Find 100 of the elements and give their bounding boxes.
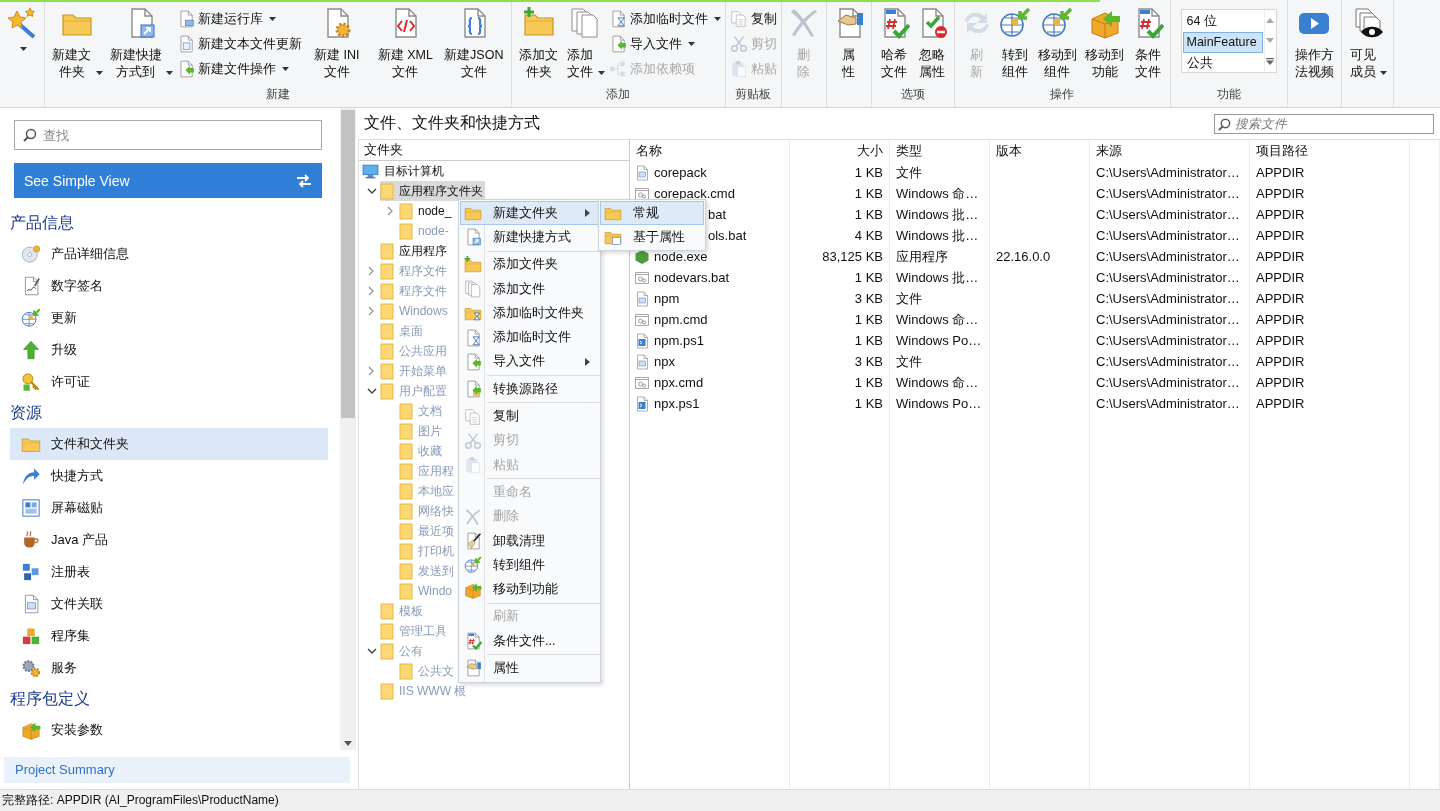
menu-item[interactable]: 导入文件 (460, 349, 599, 375)
file-name[interactable]: corepack (634, 164, 707, 181)
ribbon-button[interactable]: 复制 (729, 8, 777, 30)
menu-item[interactable]: 新建文件夹 (460, 201, 599, 226)
sidebar-item[interactable]: 数字签名 (10, 270, 328, 302)
file-name[interactable]: npm.cmd (634, 311, 708, 328)
expand-icon[interactable] (387, 206, 394, 216)
ribbon-button[interactable]: 移动到组件 (1034, 7, 1080, 81)
search-field[interactable]: 查找 (14, 120, 322, 150)
sidebar-item[interactable]: 产品详细信息 (10, 238, 328, 270)
folder-icon (380, 262, 394, 280)
file-name[interactable]: node.exe (634, 248, 708, 265)
group-label: 剪贴板 (735, 87, 771, 101)
file-name[interactable]: npm.ps1 (634, 332, 704, 349)
menu-item[interactable]: 添加临时文件 (460, 325, 599, 350)
file-name[interactable]: corepack.cmd (634, 185, 735, 202)
file-name[interactable]: ols.bat (708, 228, 747, 243)
collapse-icon[interactable] (366, 387, 377, 395)
tree-item[interactable]: 应用程序 (380, 241, 449, 261)
sidebar-item[interactable]: 安装参数 (10, 714, 328, 746)
ribbon-button[interactable]: 移动到功能 (1082, 7, 1128, 81)
column-header[interactable]: 名称 (636, 142, 662, 160)
tree-item[interactable]: node_ (399, 201, 454, 221)
scroll-up-icon[interactable] (1266, 17, 1274, 23)
ribbon-button[interactable]: 新建JSON 文件 (440, 7, 507, 81)
sidebar-item[interactable]: 文件关联 (10, 588, 328, 620)
scrollbar[interactable] (340, 108, 356, 750)
copy-icon (729, 10, 748, 28)
ribbon-button[interactable]: 属性 (830, 7, 867, 81)
ribbon-button[interactable]: 新建文件操作 (176, 58, 302, 80)
sidebar-item[interactable]: Java 产品 (10, 524, 328, 556)
folder-icon (399, 662, 413, 680)
menu-item[interactable]: 添加文件夹 (460, 252, 599, 277)
file-name[interactable]: npx.cmd (634, 374, 704, 391)
expand-icon[interactable] (368, 286, 375, 296)
file-name[interactable]: nodevars.bat (634, 269, 730, 286)
collapse-icon[interactable] (366, 187, 377, 195)
ribbon-button[interactable]: 新建文件夹 (49, 7, 105, 81)
column-header[interactable]: 项目路径 (1256, 142, 1308, 160)
ribbon-button[interactable]: 添加文件夹 (516, 7, 562, 81)
expand-icon[interactable] (368, 306, 375, 316)
file-name[interactable]: npx.ps1 (634, 395, 700, 412)
menu-item[interactable]: 属性 (460, 656, 599, 681)
sidebar-item[interactable]: 许可证 (10, 366, 328, 398)
menu-item[interactable]: 转换源路径 (460, 377, 599, 402)
ribbon-button[interactable]: 条件文件 (1129, 7, 1166, 81)
collapse-icon[interactable] (366, 647, 377, 655)
ribbon-button[interactable]: 添加文件 (563, 7, 607, 81)
sidebar-item[interactable]: 屏幕磁贴 (10, 492, 328, 524)
globe-arrow-icon (1041, 7, 1074, 39)
file-name[interactable]: npm (634, 290, 680, 307)
expand-icon[interactable] (1266, 57, 1274, 65)
menu-item[interactable]: 复制 (460, 404, 599, 429)
expand-icon[interactable] (368, 366, 375, 376)
column-header[interactable]: 大小 (857, 142, 883, 160)
list-item[interactable]: 公共 (1182, 53, 1263, 74)
simple-view-button[interactable]: See Simple View (14, 163, 322, 198)
sidebar-item[interactable]: 服务 (10, 652, 328, 684)
ribbon-button[interactable]: 操作方法视频 (1291, 7, 1337, 81)
ribbon-button[interactable]: 新建快捷方式到 (106, 7, 175, 81)
scroll-down-icon[interactable] (344, 741, 352, 746)
tree-item[interactable]: 应用程序文件夹 (380, 181, 485, 201)
ribbon-button[interactable]: 新建文本文件更新 (176, 33, 302, 55)
menu-item[interactable]: 添加文件 (460, 276, 599, 302)
file-name[interactable]: bat (708, 207, 727, 222)
file-search-field[interactable]: 搜索文件 (1214, 113, 1434, 134)
ribbon-button[interactable]: 新建运行库 (176, 8, 302, 30)
sidebar-item[interactable]: 文件和文件夹 (10, 428, 328, 460)
sidebar-item[interactable]: 升级 (10, 334, 328, 366)
menu-item[interactable]: 添加临时文件夹 (460, 301, 599, 326)
sidebar-item[interactable]: 更新 (10, 302, 328, 334)
ribbon-button[interactable]: 添加临时文件 (608, 8, 721, 30)
menu-item[interactable]: 移动到功能 (460, 577, 599, 602)
expand-icon[interactable] (368, 266, 375, 276)
sidebar-item[interactable]: 快捷方式 (10, 460, 328, 492)
menu-item[interactable]: 新建快捷方式 (460, 225, 599, 250)
ribbon-button[interactable]: 转到组件 (996, 7, 1033, 81)
ribbon-button[interactable]: 哈希文件 (875, 7, 912, 81)
list-item[interactable]: MainFeature (1182, 32, 1263, 53)
ribbon-button[interactable]: 新建 INI 文件 (303, 7, 370, 81)
sidebar-item[interactable]: 注册表 (10, 556, 328, 588)
tree-item[interactable]: 目标计算机 (362, 161, 446, 181)
menu-item[interactable]: 卸载清理 (460, 528, 599, 554)
column-header[interactable]: 版本 (996, 142, 1022, 160)
list-item[interactable]: 64 位 (1182, 11, 1263, 32)
column-header[interactable]: 来源 (1096, 142, 1122, 160)
ribbon-button[interactable]: 新建 XML 文件 (372, 7, 439, 81)
ribbon-button[interactable]: 可见成员 (1346, 7, 1389, 81)
ribbon-button[interactable]: 忽略属性 (913, 7, 950, 81)
ribbon-button[interactable]: 导入文件 (608, 33, 721, 55)
menu-item[interactable]: 转到组件 (460, 553, 599, 578)
project-summary-link[interactable]: Project Summary (4, 757, 350, 783)
sidebar-item[interactable]: 程序集 (10, 620, 328, 652)
script-file-icon (634, 311, 650, 328)
globe-arrow-icon (998, 7, 1031, 39)
menu-item[interactable]: 常规 (600, 201, 704, 225)
file-name[interactable]: npx (634, 353, 675, 370)
menu-item[interactable]: 条件文件... (460, 629, 599, 654)
column-header[interactable]: 类型 (896, 142, 922, 160)
menu-item[interactable]: 基于属性 (600, 225, 704, 249)
